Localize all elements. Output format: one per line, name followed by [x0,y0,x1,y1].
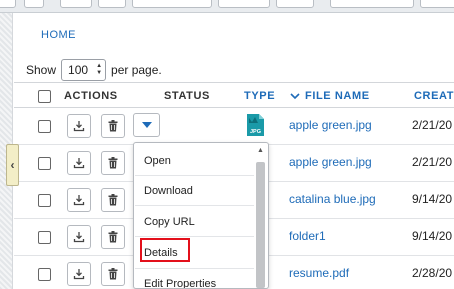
stepper-arrows-icon[interactable]: ▲ ▼ [96,63,102,77]
row-checkbox[interactable] [38,268,51,281]
toolbar-button[interactable] [276,0,314,8]
header-file-name[interactable]: FILE NAME [290,90,370,102]
file-name-link[interactable]: catalina blue.jpg [289,192,376,206]
trash-icon [108,268,118,280]
delete-button[interactable] [101,151,125,175]
panel-toggle-chevron-left-icon[interactable]: ‹ [6,144,19,186]
caret-down-icon [141,122,152,128]
row-checkbox[interactable] [38,231,51,244]
delete-button[interactable] [101,188,125,212]
menu-scroll-thumb[interactable] [256,162,265,288]
toolbar-button[interactable] [330,0,414,8]
scroll-up-icon[interactable]: ▲ [257,147,264,154]
menu-divider [135,268,254,269]
menu-divider [135,175,254,176]
toolbar-button[interactable] [60,0,92,8]
created-date: 9/14/20 [412,229,453,243]
menu-scrollbar[interactable]: ▲ [255,147,266,288]
jpg-file-icon: JPG [247,114,264,136]
toolbar-button[interactable] [218,0,270,8]
sort-chevron-down-icon [290,93,300,100]
per-page-stepper[interactable]: 100 ▲ ▼ [61,59,107,81]
delete-button[interactable] [101,114,125,138]
trash-icon [108,157,118,169]
show-label: Show [26,63,57,77]
created-date: 2/21/20 [412,118,453,132]
download-button[interactable] [67,151,91,175]
file-name-link[interactable]: apple green.jpg [289,118,372,132]
select-all-checkbox[interactable] [38,90,51,103]
header-type[interactable]: TYPE [244,90,275,102]
top-toolbar [0,0,454,13]
row-checkbox[interactable] [38,157,51,170]
breadcrumb-home[interactable]: HOME [41,29,76,41]
delete-button[interactable] [101,262,125,286]
file-name-link[interactable]: apple green.jpg [289,155,372,169]
download-icon [73,195,85,206]
toolbar-button[interactable] [24,0,44,8]
header-created[interactable]: CREATE [414,90,454,102]
per-page-label: per page. [111,63,162,77]
download-icon [73,121,85,132]
file-name-link[interactable]: folder1 [289,229,326,243]
per-page-value: 100 [68,63,89,77]
row-actions-menu: Open Download Copy URL Details Edit Prop… [133,142,269,289]
trash-icon [108,120,118,132]
menu-item-details[interactable]: Details [144,247,178,259]
download-icon [73,232,85,243]
menu-divider [135,205,254,206]
menu-item-download[interactable]: Download [144,185,193,197]
pagination-control: Show 100 ▲ ▼ per page. [26,59,162,81]
download-button[interactable] [67,188,91,212]
table-header-border [14,107,454,108]
download-button[interactable] [67,114,91,138]
file-type-label: JPG [250,129,261,135]
created-date: 2/28/20 [412,266,453,280]
header-file-name-label: FILE NAME [305,90,370,102]
menu-item-open[interactable]: Open [144,155,171,167]
row-checkbox[interactable] [38,120,51,133]
toolbar-button[interactable] [420,0,454,8]
toolbar-button[interactable] [132,0,212,8]
trash-icon [108,194,118,206]
created-date: 9/14/20 [412,192,453,206]
download-button[interactable] [67,225,91,249]
download-button[interactable] [67,262,91,286]
status-dropdown-button[interactable] [133,113,160,137]
row-checkbox[interactable] [38,194,51,207]
menu-item-edit-properties[interactable]: Edit Properties [144,278,216,288]
toolbar-button[interactable] [0,0,16,8]
created-date: 2/21/20 [412,155,453,169]
download-icon [73,269,85,280]
file-name-link[interactable]: resume.pdf [289,266,349,280]
header-status: STATUS [164,90,210,102]
toolbar-button[interactable] [98,0,126,8]
delete-button[interactable] [101,225,125,249]
download-icon [73,158,85,169]
trash-icon [108,231,118,243]
menu-item-copy-url[interactable]: Copy URL [144,216,195,228]
header-actions: ACTIONS [64,90,118,102]
menu-divider [135,236,254,237]
table-top-border [14,82,454,83]
